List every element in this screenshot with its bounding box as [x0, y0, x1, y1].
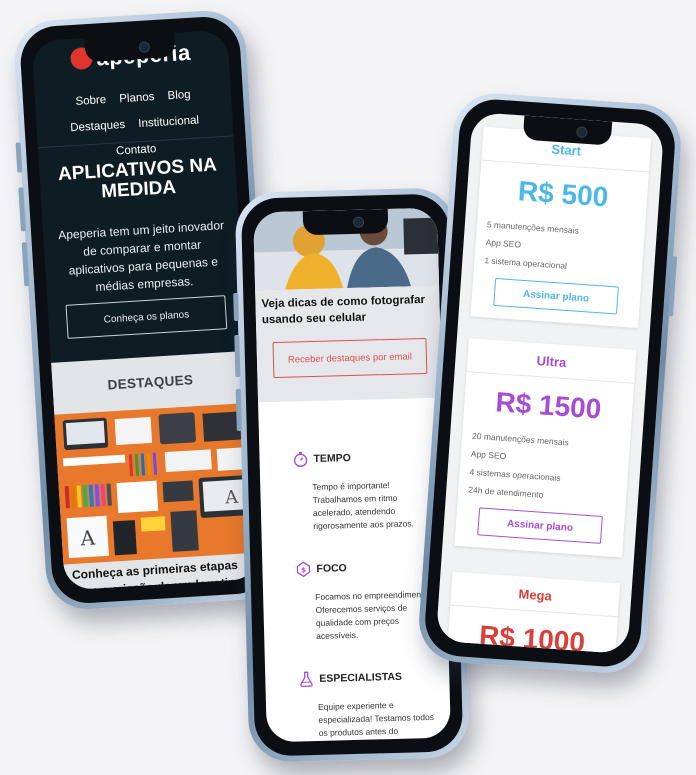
volume-button [234, 334, 241, 378]
post-section: Veja dicas de como fotografar usando seu… [255, 285, 443, 403]
feature-text: Tempo é importante! Trabalhamos em ritmo… [312, 480, 415, 532]
subscribe-plan-button[interactable]: Assinar plano [477, 507, 603, 544]
volume-button [15, 142, 23, 173]
highlights-title: DESTAQUES [107, 372, 194, 393]
feature-title: ESPECIALISTAS [319, 670, 403, 685]
subscribe-email-button[interactable]: Receber destaques por email [272, 338, 428, 379]
flask-icon [300, 671, 313, 688]
volume-button [21, 242, 30, 287]
stopwatch-icon [293, 451, 308, 468]
post-caption[interactable]: Veja dicas de como fotografar usando seu… [261, 292, 434, 328]
power-button [667, 256, 678, 317]
nav-item-planos[interactable]: Planos [119, 84, 156, 112]
design-tools-illustration: A A [54, 402, 260, 565]
feature-tempo: TEMPO Tempo é importante! Trabalhamos em… [293, 448, 435, 534]
camera-icon [138, 41, 151, 53]
svg-text:A: A [223, 487, 239, 509]
svg-text:$: $ [301, 566, 306, 574]
feature-title: TEMPO [313, 452, 352, 465]
view-plans-button[interactable]: Conheça os planos [65, 295, 228, 339]
feature-text: Equipe experiente e especializada! Testa… [317, 699, 435, 742]
nav-item-sobre[interactable]: Sobre [75, 87, 107, 115]
right-screen: Start R$ 500 5 manutenções mensais App S… [435, 111, 665, 655]
camera-icon [352, 216, 365, 228]
feature-foco: $ FOCO Focamos no empreendimento! Oferec… [296, 558, 438, 644]
nav-item-blog[interactable]: Blog [167, 82, 192, 109]
feature-especialistas: ESPECIALISTAS Equipe experiente e especi… [299, 668, 441, 742]
volume-button [18, 187, 26, 232]
notch [302, 208, 388, 236]
dollar-tag-icon: $ [296, 561, 311, 578]
feature-title: FOCO [316, 562, 347, 575]
middle-screen: Veja dicas de como fotografar usando seu… [253, 207, 451, 743]
hero-description: Apeperia tem um jeito inovador de compar… [57, 218, 225, 295]
plan-card-start: Start R$ 500 5 manutenções mensais App S… [470, 126, 652, 329]
plan-card-ultra: Ultra R$ 1500 20 manutenções mensais App… [454, 338, 637, 558]
subscribe-plan-button[interactable]: Assinar plano [493, 277, 619, 315]
plan-card-mega: Mega R$ 1000 [444, 571, 621, 655]
nav-item-institucional[interactable]: Institucional [138, 107, 200, 137]
left-screen: apeperia Sobre Planos Blog Destaques Ins… [31, 29, 261, 591]
camera-icon [575, 126, 588, 138]
hero-title: APLICATIVOS NA MEDIDA [57, 154, 218, 203]
nav-item-destaques[interactable]: Destaques [70, 112, 126, 141]
highlights-section: DESTAQUES A A Conheça as primeiras etapa… [51, 350, 261, 590]
phone-mockup-right: Start R$ 500 5 manutenções mensais App S… [416, 90, 684, 676]
volume-button [233, 292, 239, 322]
highlight-image[interactable]: A A [54, 402, 260, 565]
volume-button [235, 388, 242, 432]
svg-text:A: A [79, 526, 96, 551]
